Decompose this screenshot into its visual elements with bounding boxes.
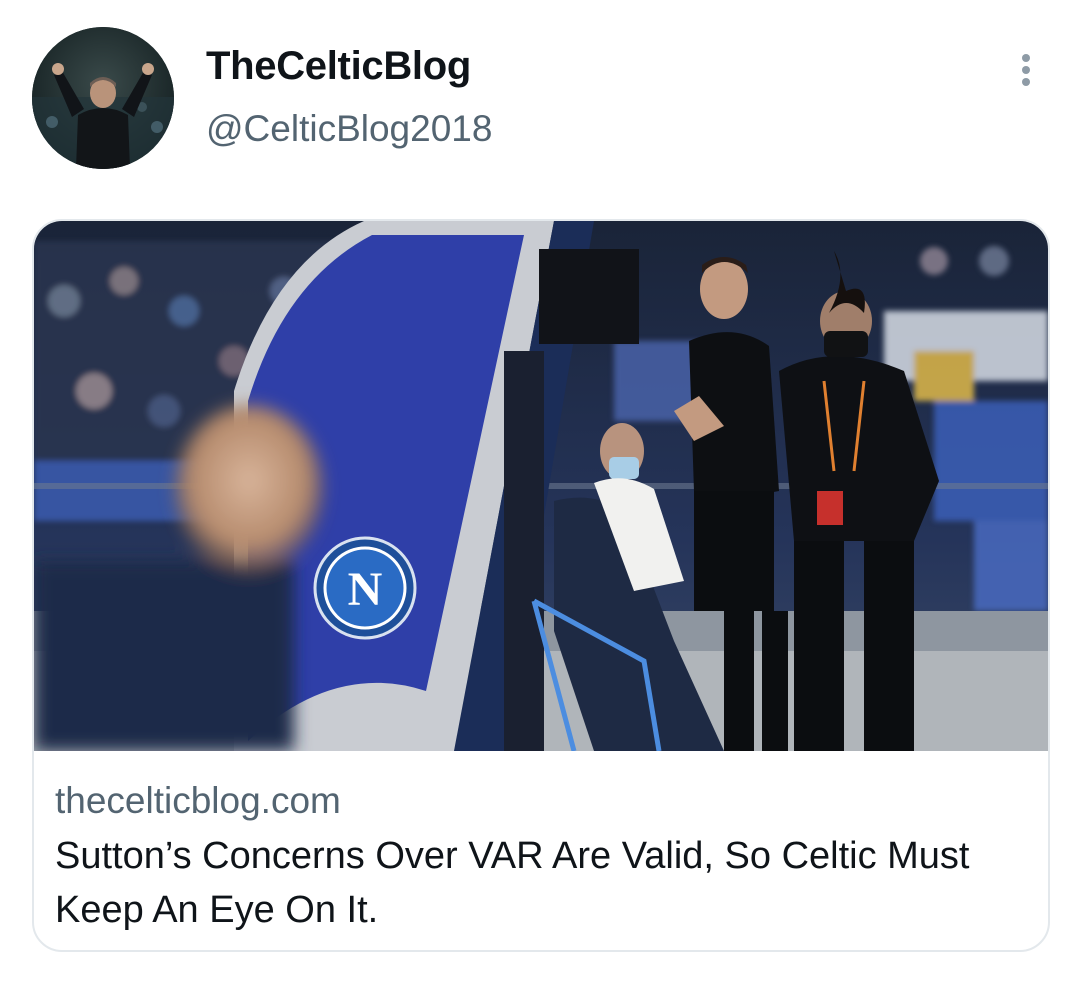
profile-avatar[interactable]: [32, 27, 174, 169]
more-options-button[interactable]: [1008, 46, 1044, 92]
display-name[interactable]: TheCelticBlog: [206, 44, 471, 89]
link-title[interactable]: Sutton’s Concerns Over VAR Are Valid, So…: [55, 829, 1015, 937]
photo-referee-var-icon: N: [34, 221, 1048, 751]
link-preview-card[interactable]: N thecelticblog.com Sutton’s Concerns Ov…: [32, 219, 1050, 952]
more-vertical-icon-dot: [1022, 78, 1030, 86]
napoli-logo-letter: N: [348, 563, 383, 616]
user-handle[interactable]: @CelticBlog2018: [206, 108, 492, 150]
more-vertical-icon-dot: [1022, 66, 1030, 74]
avatar-photo-icon: [32, 27, 174, 169]
more-vertical-icon: [1022, 54, 1030, 62]
link-preview-image[interactable]: N: [34, 221, 1048, 751]
link-domain: thecelticblog.com: [55, 780, 341, 821]
